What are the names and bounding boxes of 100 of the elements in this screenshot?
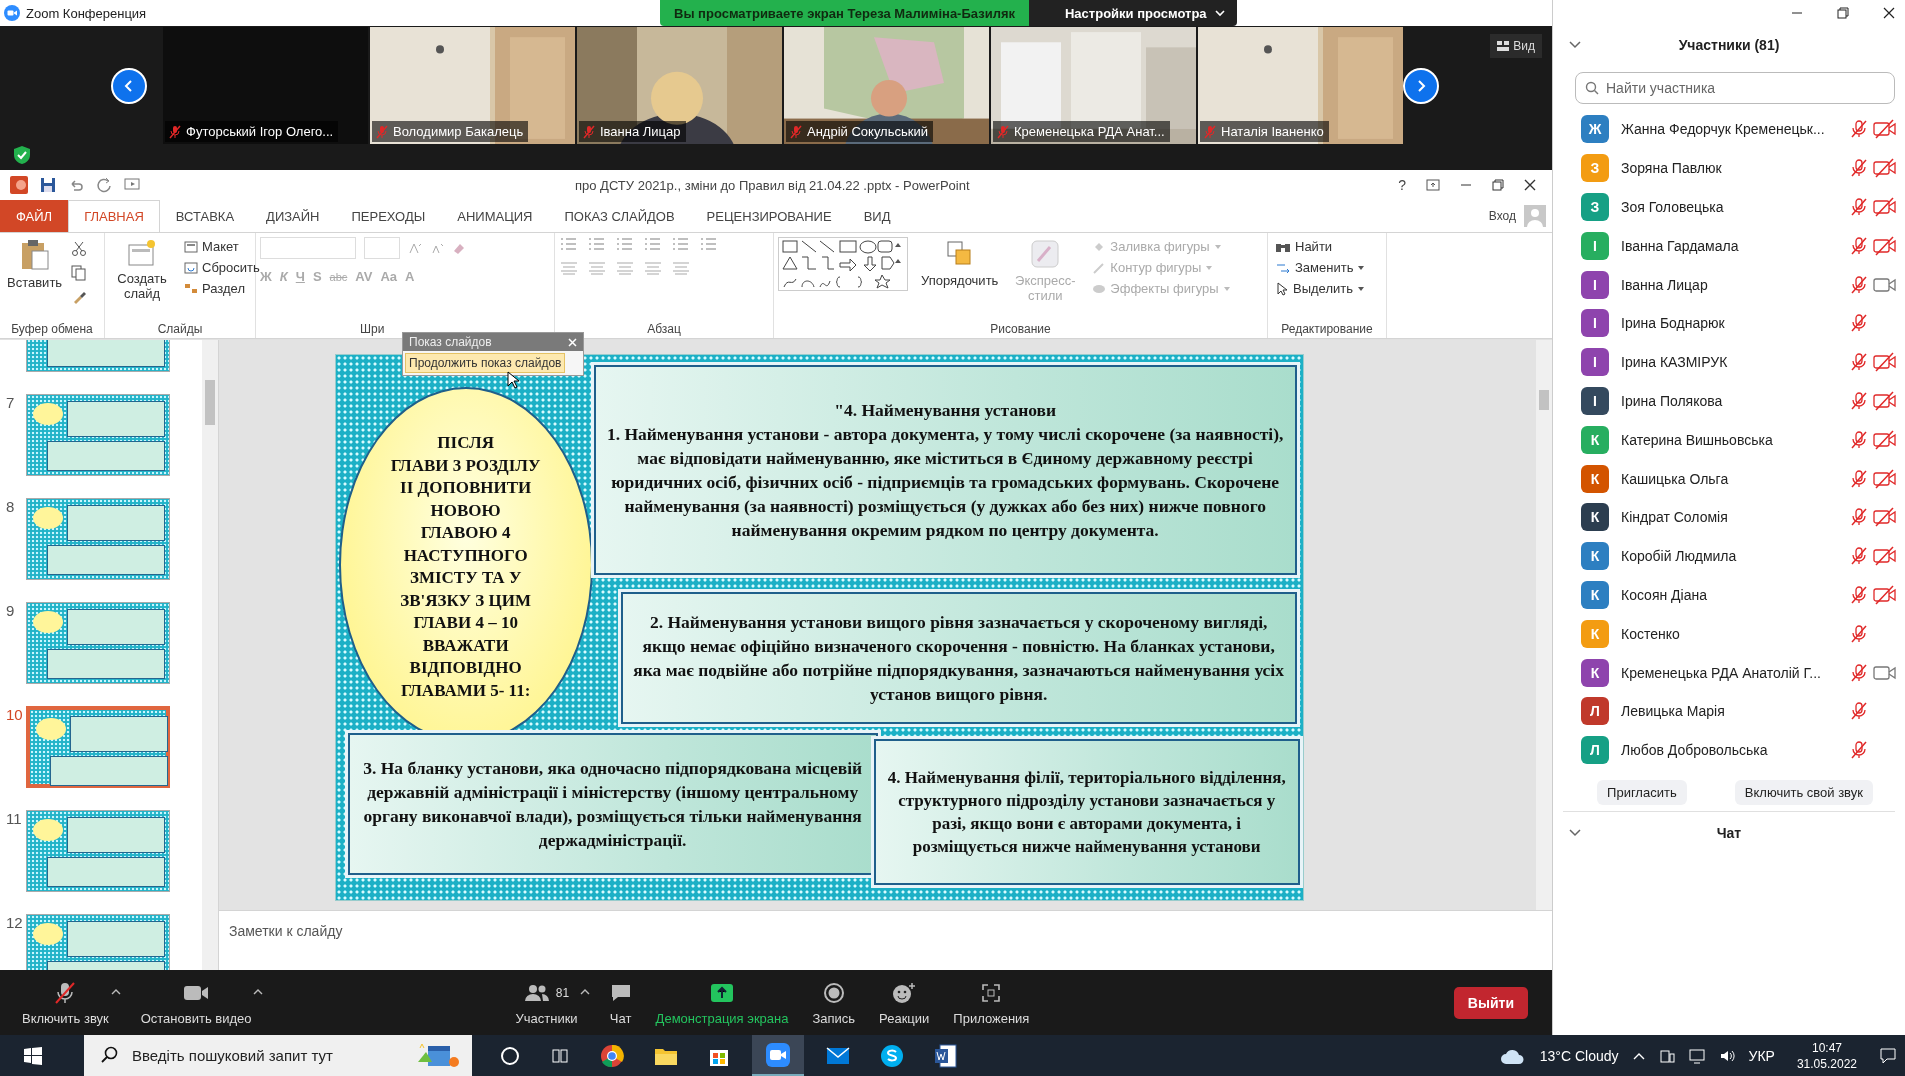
panel-button[interactable]: Пригласить [1597, 779, 1687, 805]
monitor-icon[interactable] [1688, 1047, 1705, 1064]
device-icon[interactable] [1658, 1047, 1675, 1064]
search-field[interactable]: Найти участника [1575, 72, 1895, 104]
scrollbar[interactable] [1535, 340, 1552, 910]
participant-row[interactable]: І Ірина КАЗМІРУК [1553, 342, 1905, 382]
view-button[interactable]: Вид [1490, 34, 1542, 58]
toolbar-button[interactable]: 81 Участники [503, 979, 590, 1026]
circle-icon[interactable] [500, 1045, 520, 1066]
notification-icon[interactable] [1879, 1046, 1897, 1065]
ribbon-tab[interactable]: ВИД [847, 200, 907, 232]
ribbon-tab[interactable]: ДИЗАЙН [250, 200, 336, 232]
restore-icon[interactable] [1837, 7, 1849, 19]
next-button[interactable] [1403, 68, 1439, 104]
replace-button[interactable]: Заменить [1272, 258, 1369, 277]
video-camera-icon[interactable] [765, 1041, 791, 1068]
ribbon-tab[interactable]: ПЕРЕХОДЫ [335, 200, 442, 232]
slide-thumbnail[interactable] [26, 810, 170, 892]
panel-button[interactable]: Включить свой звук [1734, 779, 1873, 805]
share-screen-button[interactable]: Демонстрация экрана [643, 979, 801, 1026]
arrange-button[interactable]: Упорядочить [918, 237, 1002, 290]
font-size-field[interactable] [364, 237, 400, 259]
ribbon-display-icon[interactable] [1426, 179, 1440, 191]
document-icon[interactable] [934, 1043, 958, 1068]
participant-row[interactable]: К Катерина Вишньовська [1553, 420, 1905, 460]
new-slide-button[interactable]: Создать слайд [109, 237, 175, 303]
chat-app-icon[interactable] [880, 1043, 904, 1068]
chevron-icon[interactable] [1569, 41, 1581, 49]
slide-thumbnail[interactable] [26, 394, 170, 476]
browser-icon[interactable] [600, 1043, 624, 1068]
shapes-gallery[interactable] [778, 237, 908, 291]
chevron-up-icon[interactable] [1632, 1051, 1645, 1060]
sign-in-link[interactable]: Вход [1488, 209, 1516, 223]
participant-row[interactable]: Л Левицька Марія [1553, 691, 1905, 731]
participant-row[interactable]: І Ірина Боднарюк [1553, 304, 1905, 343]
participant-row[interactable]: Л Любов Добровольська [1553, 730, 1905, 770]
participant-row[interactable]: К Кіндрат Соломія [1553, 497, 1905, 537]
participant-name: Зоряна Павлюк [1621, 160, 1723, 177]
slideshow-icon[interactable] [124, 177, 142, 193]
help-button[interactable]: ? [1398, 177, 1406, 193]
view-options-button[interactable]: Настройки просмотра [1029, 0, 1237, 26]
resume-slideshow-button[interactable]: Продолжить показ слайдов [405, 353, 566, 373]
paste-button[interactable]: Вставить [4, 237, 66, 292]
participant-row[interactable]: К Кременецька РДА Анатолій Г... [1553, 653, 1905, 692]
find-button[interactable]: Найти [1272, 237, 1336, 256]
mic-muted-icon [54, 980, 77, 1005]
clock-time[interactable]: 10:47 [1811, 1039, 1842, 1056]
ribbon-tab[interactable]: ФАЙЛ [0, 200, 69, 232]
video-camera-icon [183, 983, 210, 1002]
avatar: Л [1581, 697, 1609, 726]
chevron-icon[interactable] [1569, 828, 1581, 837]
participant-row[interactable]: З Зоя Головецька [1553, 187, 1905, 227]
language-indicator[interactable]: УКР [1748, 1047, 1775, 1064]
toolbar-button[interactable]: Запись [800, 979, 868, 1026]
slide-thumbnail[interactable] [26, 498, 170, 580]
ribbon-tab[interactable]: ВСТАВКА [159, 200, 251, 232]
close-icon[interactable] [1883, 7, 1895, 19]
restore-icon[interactable] [1492, 179, 1504, 191]
participant-row[interactable]: І Іванна Гардамала [1553, 226, 1905, 266]
toolbar-button[interactable]: Чат [597, 979, 644, 1026]
scrollbar[interactable] [202, 340, 218, 970]
weather-text[interactable]: 13°C Cloudy [1539, 1047, 1619, 1064]
scissors-icon[interactable] [71, 241, 88, 257]
redo-icon[interactable] [96, 177, 112, 193]
caret-icon[interactable] [110, 988, 121, 995]
mail-icon[interactable] [826, 1046, 850, 1065]
participant-row[interactable]: З Зоряна Павлюк [1553, 148, 1905, 188]
leave-button[interactable]: Выйти [1453, 986, 1528, 1019]
slide-thumbnail[interactable] [26, 706, 170, 788]
select-button[interactable]: Выделить [1272, 279, 1368, 298]
toolbar-button[interactable]: Остановить видео [128, 979, 264, 1026]
ribbon-tab[interactable]: РЕЦЕНЗИРОВАНИЕ [690, 200, 848, 232]
slide-thumbnail[interactable] [26, 602, 170, 684]
previous-button[interactable] [111, 68, 147, 104]
participant-row[interactable]: І Іванна Лицар [1553, 265, 1905, 304]
participant-row[interactable]: К Костенко [1553, 614, 1905, 654]
clock-date[interactable]: 31.05.2022 [1796, 1055, 1857, 1072]
toolbar-button[interactable]: Приложения [941, 979, 1042, 1026]
layout-button[interactable]: Макет [181, 237, 263, 256]
participant-row[interactable]: Ж Жанна Федорчук Кременецьк... [1553, 110, 1905, 149]
participant-row[interactable]: І Ірина Полякова [1553, 381, 1905, 421]
toolbar-button[interactable]: Реакции [867, 979, 942, 1026]
close-icon[interactable] [1524, 179, 1536, 191]
people-icon [523, 983, 550, 1002]
copy-icon[interactable] [71, 265, 88, 281]
undo-icon[interactable] [68, 178, 84, 192]
participant-row[interactable]: К Коробій Людмила [1553, 536, 1905, 576]
participant-row[interactable]: К Кашицька Ольга [1553, 459, 1905, 498]
font-name-field[interactable] [260, 237, 356, 259]
window-title: Zoom Конференция [26, 5, 147, 21]
toolbar-button[interactable]: Включить звук [10, 979, 121, 1026]
taskbar-search-field[interactable]: Введіть пошуковий запит тут [84, 1035, 472, 1076]
ribbon-tab[interactable]: ГЛАВНАЯ [68, 200, 160, 232]
participant-row[interactable]: К Косоян Діана [1553, 575, 1905, 615]
ribbon-tab[interactable]: ПОКАЗ СЛАЙДОВ [548, 200, 691, 232]
ribbon-tab[interactable]: АНИМАЦИЯ [441, 200, 549, 232]
windows-icon[interactable] [24, 1046, 42, 1065]
caret-icon[interactable] [579, 988, 590, 995]
caret-icon[interactable] [253, 988, 264, 995]
save-icon[interactable] [40, 177, 56, 193]
